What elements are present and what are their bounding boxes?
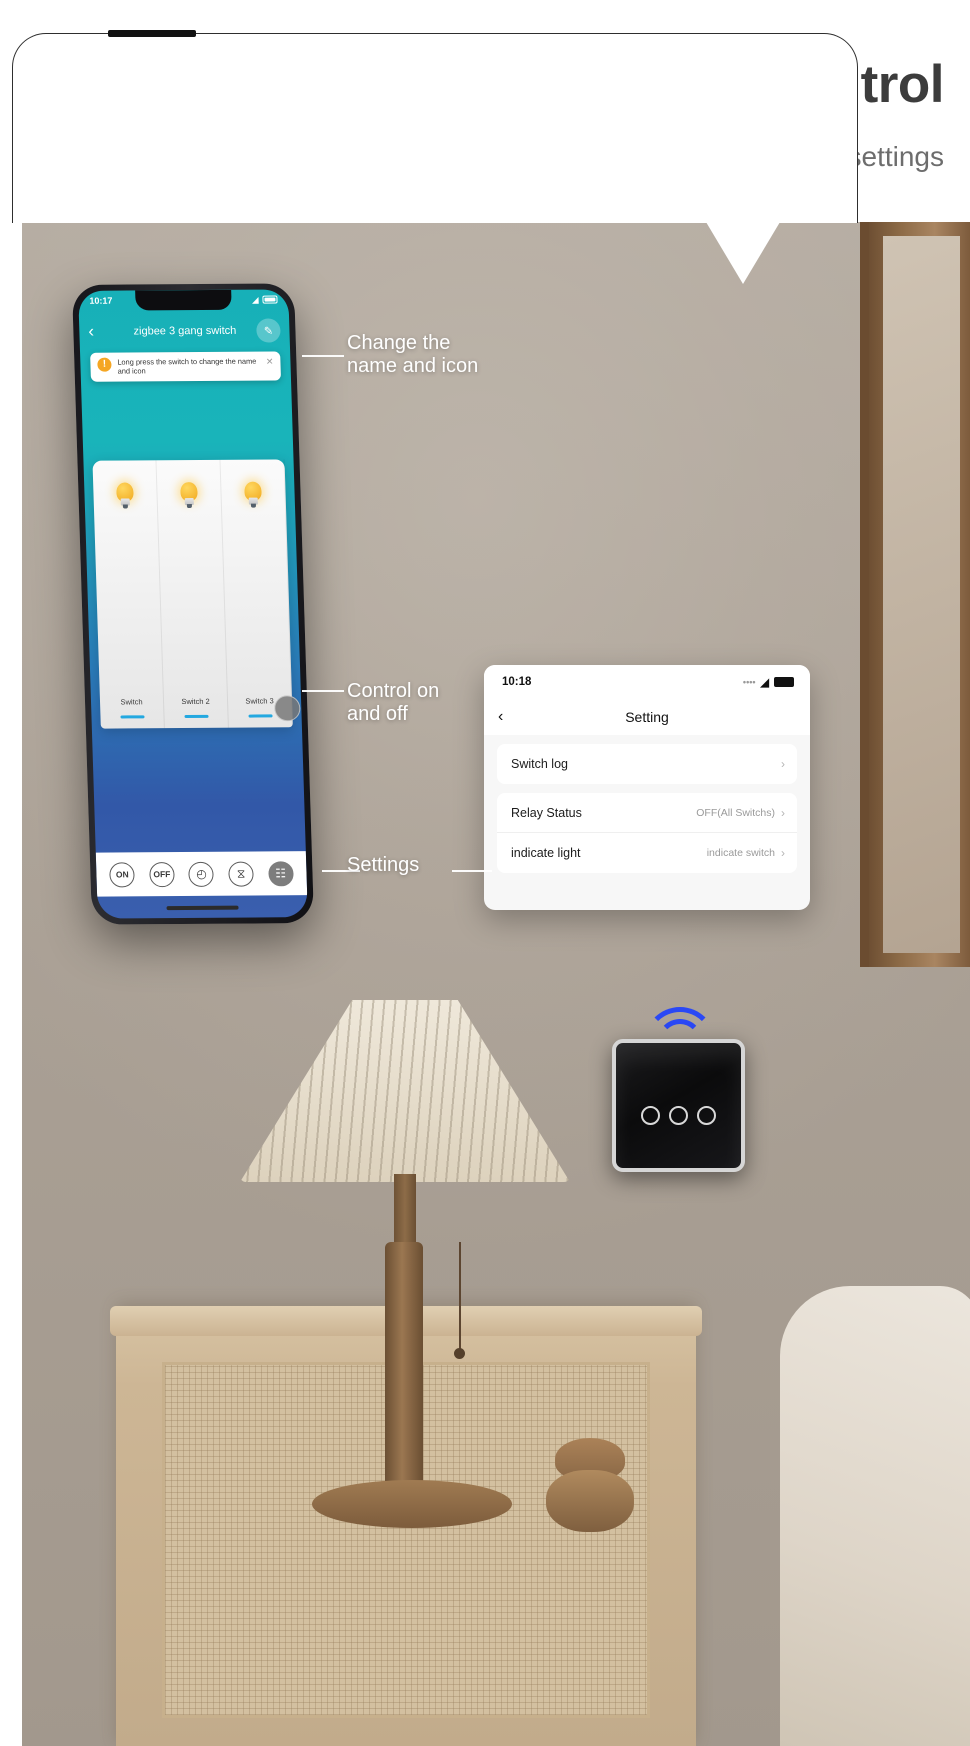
- pencil-icon[interactable]: ✎: [256, 318, 281, 343]
- switch-indicator-bar: [183, 714, 209, 719]
- row-label: Switch log: [511, 757, 568, 771]
- device-notch-bar: [108, 30, 196, 37]
- light-bulb-icon: [116, 482, 134, 509]
- picture-frame: [860, 222, 970, 967]
- switch-column-3[interactable]: Switch 3: [220, 459, 293, 728]
- switch-indicator-bar: [248, 714, 273, 718]
- phone-nav-bar: ‹ zigbee 3 gang switch ✎: [79, 315, 290, 346]
- phone-screen: 10:17 ◢ ‹ zigbee 3 gang switch ✎ ! Long …: [78, 289, 308, 919]
- poster-root: APP Control In Tuya App / Smart Life, yo…: [0, 0, 970, 1746]
- wifi-icon: ◢: [760, 676, 769, 689]
- row-relay-status[interactable]: Relay Status OFF(All Switchs) ›: [497, 793, 797, 833]
- callout-line-3b: [452, 870, 492, 872]
- switch-dot-1[interactable]: [641, 1106, 660, 1125]
- switch-label: Switch: [120, 697, 143, 707]
- lamp-pull-cord: [459, 1242, 461, 1352]
- on-button[interactable]: ON: [109, 861, 136, 888]
- speech-pointer: [706, 222, 780, 284]
- chevron-right-icon: ›: [781, 757, 785, 771]
- callout-control-onoff: Control on and off: [347, 680, 439, 725]
- smartphone-mockup: 10:17 ◢ ‹ zigbee 3 gang switch ✎ ! Long …: [71, 283, 315, 925]
- header-card: [12, 33, 858, 223]
- light-bulb-icon: [244, 481, 262, 508]
- callout-line-text: and off: [347, 702, 408, 725]
- setting-title: Setting: [625, 709, 669, 725]
- countdown-button[interactable]: ⧖: [228, 861, 254, 887]
- callout-line-text: Change the: [347, 332, 451, 354]
- chevron-right-icon: ›: [781, 846, 785, 860]
- drag-handle[interactable]: [273, 695, 301, 722]
- home-indicator: [166, 905, 239, 911]
- toast-message: Long press the switch to change the name…: [117, 356, 257, 377]
- chevron-left-icon[interactable]: ‹: [79, 322, 114, 342]
- timer-button[interactable]: ◴: [188, 861, 215, 887]
- lamp-neck: [394, 1174, 416, 1252]
- lamp-stem: [385, 1242, 423, 1490]
- row-label: Relay Status: [511, 805, 582, 820]
- switch-panel: Switch Switch 2 Switch 3: [92, 459, 301, 729]
- callout-line-text: Settings: [347, 854, 420, 876]
- phone-notch: [135, 289, 232, 311]
- wifi-icon: ◢: [252, 295, 259, 305]
- row-switch-log[interactable]: Switch log ›: [497, 744, 797, 784]
- switch-column-2[interactable]: Switch 2: [156, 459, 229, 729]
- row-indicate-light[interactable]: indicate light indicate switch ›: [497, 833, 797, 873]
- setting-group-1: Switch log ›: [497, 744, 797, 784]
- callout-line-text: Control on: [347, 680, 440, 702]
- sofa: [780, 1286, 970, 1746]
- switch-dot-2[interactable]: [669, 1106, 688, 1125]
- warning-icon: !: [97, 357, 112, 372]
- battery-icon: [262, 295, 278, 304]
- switch-label: Switch 2: [181, 696, 210, 707]
- light-bulb-icon: [180, 482, 198, 509]
- switch-dot-3[interactable]: [697, 1106, 716, 1125]
- wall-touch-switch[interactable]: [612, 1039, 745, 1172]
- callout-line-2: [302, 690, 344, 692]
- setting-screen: 10:18 •••• ◢ ‹ Setting Switch log › Rela…: [484, 665, 810, 910]
- lamp-base: [312, 1480, 512, 1528]
- status-right-icons: •••• ◢: [743, 676, 794, 689]
- switch-label: Switch 3: [245, 696, 274, 706]
- switch-column-1[interactable]: Switch: [92, 460, 165, 729]
- setting-nav-bar: ‹ Setting: [484, 699, 810, 735]
- signal-dots-icon: ••••: [742, 677, 756, 687]
- phone-bottom-toolbar: ON OFF ◴ ⧖ ☷: [95, 851, 308, 897]
- switch-touch-dots: [616, 1106, 741, 1125]
- more-button[interactable]: ☷: [267, 860, 294, 886]
- room-photo: 10:17 ◢ ‹ zigbee 3 gang switch ✎ ! Long …: [22, 222, 970, 1746]
- lamp-pull-bead: [454, 1348, 465, 1359]
- chevron-right-icon: ›: [781, 805, 785, 820]
- row-label: indicate light: [511, 846, 581, 860]
- battery-icon: [774, 677, 794, 687]
- setting-status-bar: 10:18 •••• ◢: [484, 665, 810, 699]
- callout-line-1: [302, 355, 344, 357]
- picture-frame-inner: [883, 236, 960, 953]
- wooden-vase-bottom: [546, 1470, 634, 1532]
- setting-group-2: Relay Status OFF(All Switchs) › indicate…: [497, 793, 797, 873]
- close-icon[interactable]: ✕: [266, 357, 274, 368]
- switch-indicator-bar: [119, 715, 145, 719]
- callout-line-text: name and icon: [347, 354, 479, 377]
- hint-toast: ! Long press the switch to change the na…: [90, 351, 282, 382]
- status-time: 10:17: [89, 295, 113, 306]
- row-value: OFF(All Switchs): [696, 806, 775, 819]
- device-name-title: zigbee 3 gang switch: [133, 324, 237, 338]
- callout-settings: Settings: [347, 854, 419, 877]
- callout-change-name: Change the name and icon: [347, 332, 478, 377]
- status-time: 10:18: [502, 676, 532, 688]
- off-button[interactable]: OFF: [148, 861, 175, 887]
- row-value: indicate switch: [706, 847, 775, 859]
- status-right-icons: ◢: [252, 295, 278, 305]
